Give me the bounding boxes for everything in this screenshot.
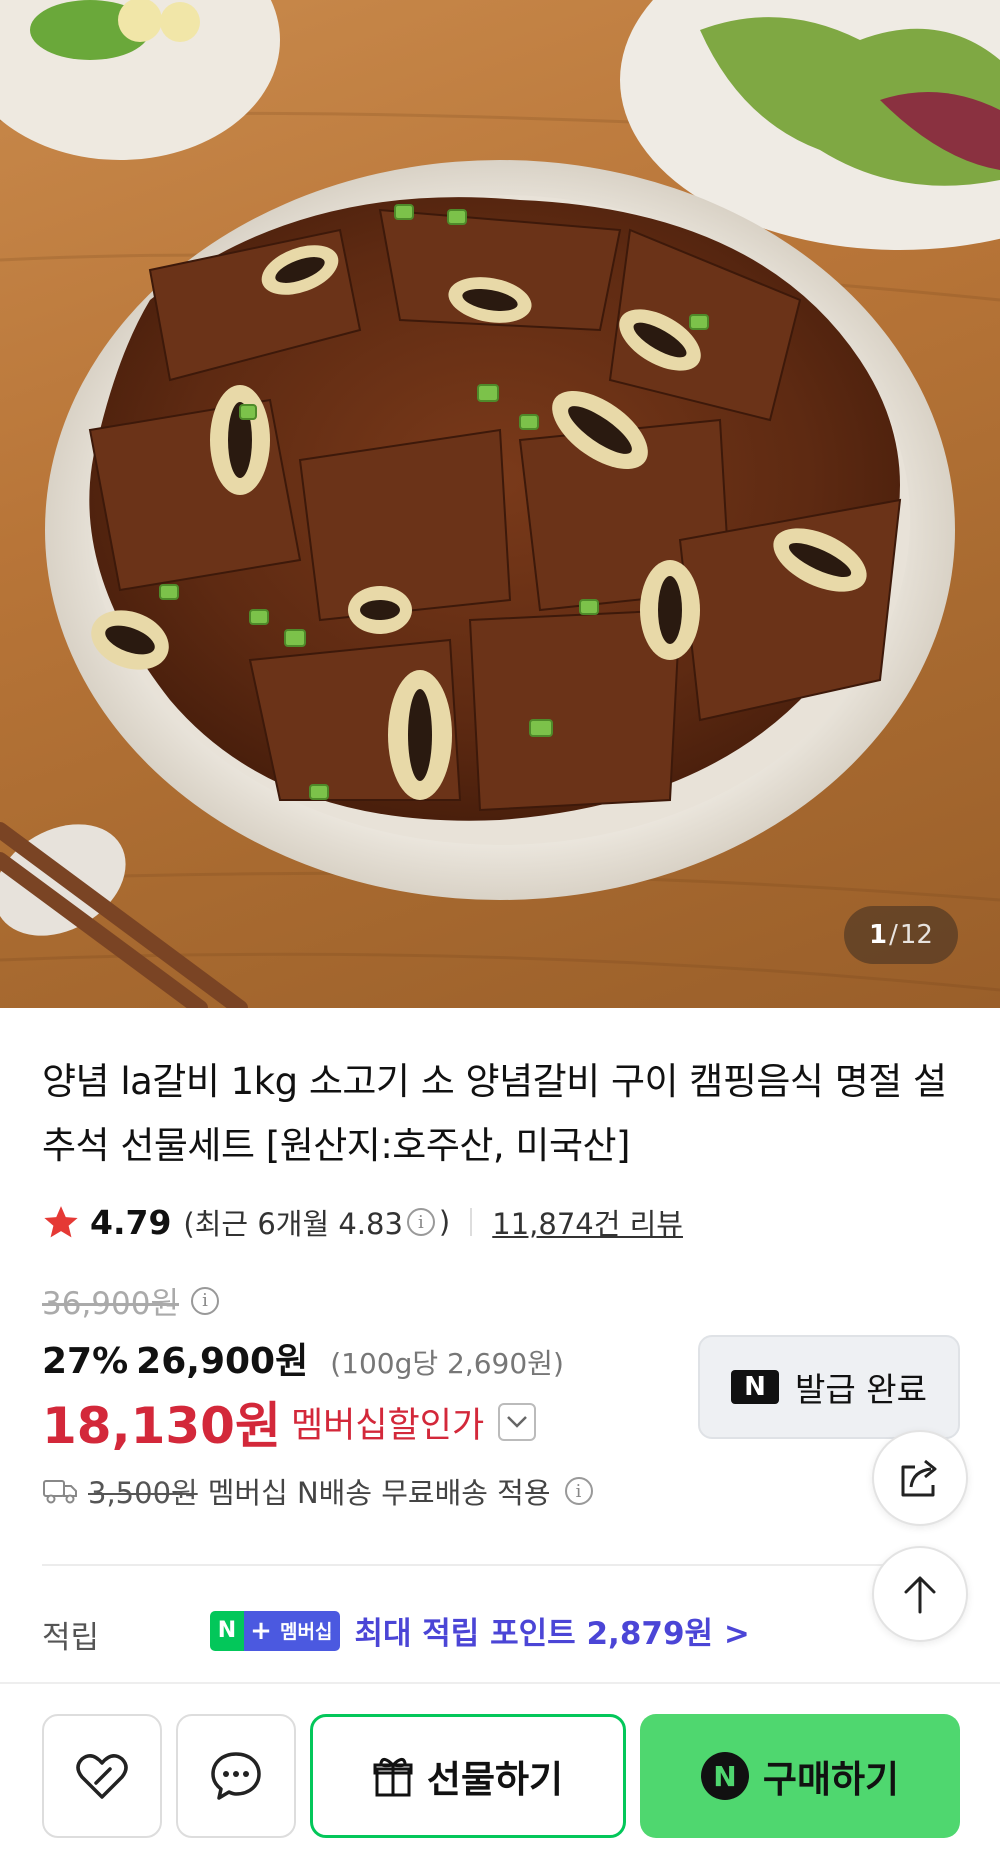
badge-plus: +	[244, 1610, 278, 1651]
scroll-top-button[interactable]	[872, 1546, 968, 1642]
points-label: 적립	[42, 1620, 100, 1656]
member-price: 18,130원	[42, 1397, 281, 1455]
star-icon	[44, 1206, 78, 1238]
coupon-issued-button[interactable]: N 발급 완료	[698, 1335, 960, 1439]
product-image-gallery[interactable]: 1 / 12	[0, 0, 1000, 1008]
gift-button[interactable]: 선물하기	[310, 1714, 626, 1838]
divider	[470, 1208, 473, 1236]
recent-rating-close: )	[438, 1205, 451, 1239]
coupon-label: 발급 완료	[795, 1370, 927, 1409]
naver-n-icon: N	[731, 1370, 780, 1404]
sale-price-row: 27% 26,900원 (100g당 2,690원)	[42, 1332, 564, 1384]
section-divider	[42, 1564, 958, 1566]
original-price-row: 36,900원 i	[42, 1278, 223, 1323]
info-icon[interactable]: i	[564, 1477, 593, 1505]
shipping-row: 3,500원 멤버십 N배송 무료배송 적용 i	[42, 1470, 597, 1512]
buy-label: 구매하기	[762, 1758, 900, 1801]
info-icon[interactable]: i	[191, 1286, 219, 1315]
truck-icon	[43, 1480, 77, 1504]
chat-icon	[211, 1752, 261, 1800]
badge-n: N	[210, 1610, 244, 1651]
share-button[interactable]	[872, 1430, 968, 1526]
shipping-note: 멤버십 N배송 무료배송 적용	[207, 1476, 551, 1510]
gift-icon	[373, 1758, 413, 1797]
arrow-up-icon	[904, 1576, 936, 1614]
info-icon[interactable]: i	[406, 1208, 435, 1236]
buy-button[interactable]: N 구매하기	[640, 1714, 960, 1838]
naver-plus-membership-badge: N + 멤버십	[210, 1610, 341, 1651]
badge-membership: 멤버십	[278, 1610, 341, 1651]
product-title: 양념 la갈비 1kg 소고기 소 양념갈비 구이 캠핑음식 명절 설 추석 선…	[42, 1060, 947, 1167]
rating-row: 4.79 (최근 6개월 4.83 i ) 11,874건 리뷰	[42, 1198, 683, 1246]
max-points-link[interactable]: 최대 적립 포인트 2,879원 >	[354, 1608, 749, 1653]
review-count-link[interactable]: 11,874건 리뷰	[492, 1201, 683, 1243]
rating-score: 4.79	[90, 1202, 172, 1242]
like-button[interactable]	[42, 1714, 162, 1838]
talk-button[interactable]	[176, 1714, 296, 1838]
unit-price: (100g당 2,690원)	[330, 1347, 564, 1380]
discount-percent: 27%	[42, 1341, 129, 1382]
image-counter-total: 12	[899, 920, 933, 950]
sale-price: 26,900원	[136, 1341, 309, 1382]
shipping-fee: 3,500원	[88, 1476, 198, 1510]
member-price-row: 18,130원 멤버십할인가	[42, 1386, 537, 1458]
gift-label: 선물하기	[426, 1758, 564, 1801]
naver-pay-icon: N	[700, 1752, 749, 1800]
member-price-label: 멤버십할인가	[290, 1405, 485, 1446]
chevron-down-icon[interactable]	[498, 1403, 537, 1441]
image-counter-current: 1	[869, 920, 888, 950]
points-row[interactable]: N + 멤버십 최대 적립 포인트 2,879원 >	[210, 1608, 750, 1653]
product-photo	[0, 0, 1000, 1008]
recent-rating: (최근 6개월 4.83	[183, 1207, 403, 1241]
heart-icon	[76, 1754, 128, 1799]
bottom-action-bar: 선물하기 N 구매하기	[0, 1682, 1000, 1860]
image-counter-separator: /	[889, 920, 898, 950]
original-price: 36,900원	[42, 1286, 179, 1322]
share-icon	[901, 1459, 937, 1497]
image-counter: 1 / 12	[844, 906, 958, 964]
